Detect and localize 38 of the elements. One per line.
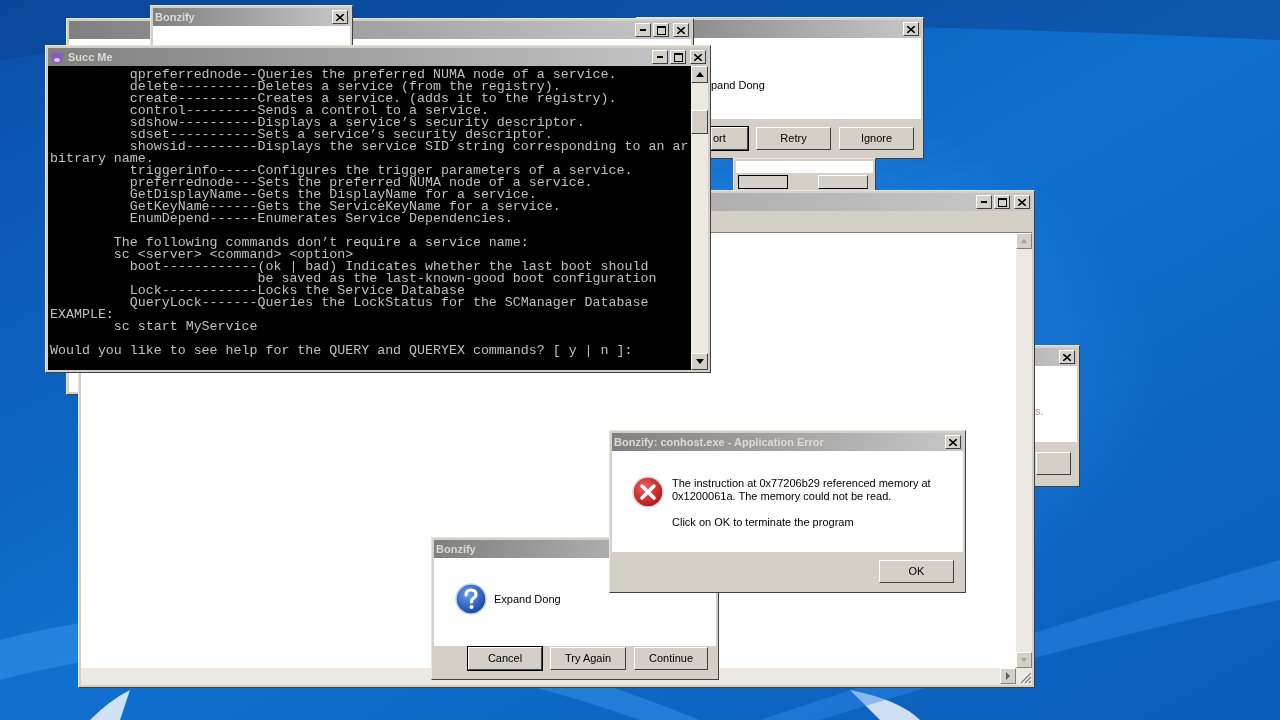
console-line: delete----------Deletes a service (from the registry). — [128, 81, 561, 93]
console-line: bitrary name. — [50, 153, 154, 165]
window-title: Bonzify — [155, 9, 196, 25]
console-line: Lock------------Locks the Service Database — [128, 285, 465, 297]
dialog-message: pand Dong — [711, 79, 765, 91]
console-line: control---------Sends a control to a service. — [128, 105, 490, 117]
console-line: The following commands don’t require a service name: — [112, 237, 530, 249]
console-line: GetDisplayName--Gets the DisplayName for a service. — [128, 189, 537, 201]
console-line: qpreferrednode--Queries the preferred NUMA node of a service. — [128, 69, 618, 81]
console-line: sdshow----------Displays a service’s security descriptor. — [128, 117, 586, 129]
console-line: create----------Creates a service. (adds it to the registry). — [128, 93, 618, 105]
dialog-button[interactable]: ort — [711, 127, 748, 150]
dialog-button[interactable]: OK — [879, 560, 954, 583]
window-title: Bonzify — [436, 541, 477, 557]
dialog-button[interactable]: Retry — [756, 127, 831, 150]
dialog-button[interactable]: Cancel — [468, 647, 542, 670]
dialog-message: Expand Dong — [494, 591, 561, 607]
console-line: preferrednode---Sets the preferred NUMA node of a service. — [128, 177, 594, 189]
console-line: EXAMPLE: — [50, 309, 115, 321]
console-line: be saved as the last-known-good boot configuration — [257, 273, 658, 285]
console-line: Would you like to see help for the QUERY and QUERYEX commands? [ y | n ]: — [50, 345, 634, 357]
dialog-button[interactable]: Try Again — [550, 647, 626, 670]
console-line: sdset-----------Sets a service’s security descriptor. — [128, 129, 553, 141]
dialog-message: The instruction at 0x77206b29 referenced memory at — [672, 477, 931, 490]
console-line: sc <server> <command> <option> — [112, 249, 354, 261]
console-line: triggerinfo-----Configures the trigger parameters of a service. — [128, 165, 634, 177]
console-line: boot------------(ok | bad) Indicates whether the last boot should — [128, 261, 649, 273]
dialog-note: Click on OK to terminate the program — [672, 516, 855, 529]
console-line: sc start MyService — [112, 321, 259, 333]
console-line: EnumDepend------Enumerates Service Dependencies. — [128, 213, 514, 225]
console-line: QueryLock-------Queries the LockStatus for the SCManager Database — [128, 297, 650, 309]
dialog-message: s. — [1035, 405, 1044, 417]
dialog-button[interactable]: Ignore — [839, 127, 914, 150]
window-title: Succ Me — [68, 49, 114, 65]
dialog-message: 0x1200061a. The memory could not be read. — [672, 490, 893, 503]
dialog-button[interactable]: Continue — [634, 647, 708, 670]
console-line: GetKeyName------Gets the ServiceKeyName for a service. — [128, 201, 562, 213]
console-line: showsid---------Displays the service SID string corresponding to an ar — [128, 141, 690, 153]
